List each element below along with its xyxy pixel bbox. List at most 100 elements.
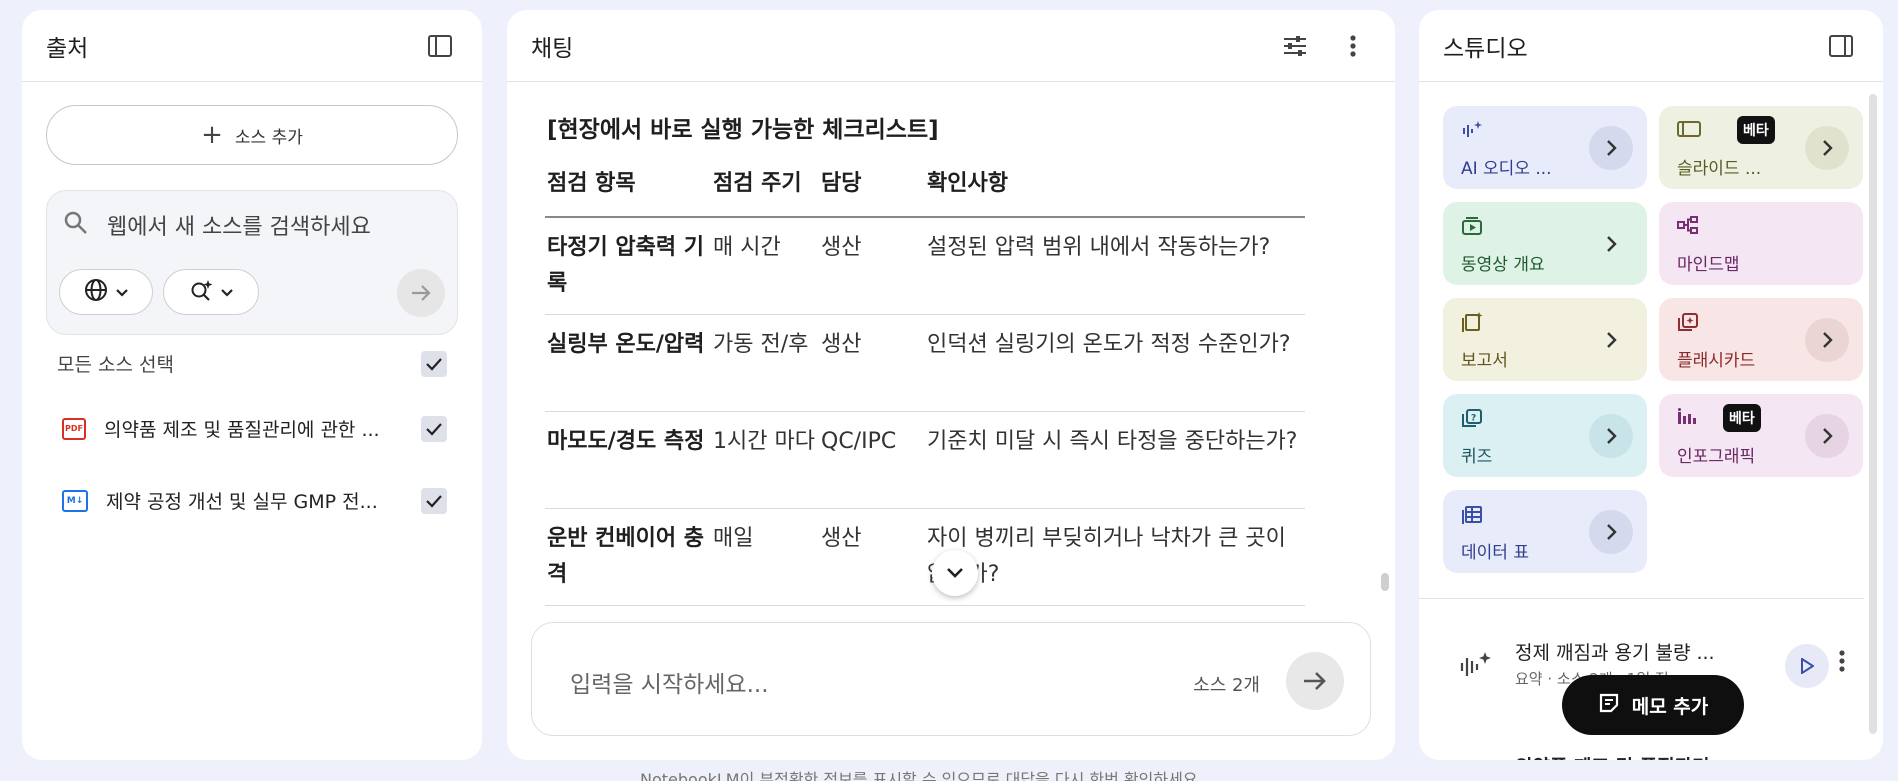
chat-panel: 채팅 [현장에서 바로 실행 가능한 체크리스트] 점검 항목 점검 주기 담당… [507, 10, 1395, 760]
table-header: 점검 주기 [711, 166, 819, 218]
select-all-row: 모든 소스 선택 [57, 350, 447, 377]
report-icon [1461, 312, 1483, 336]
studio-tile-label: 보고서 [1461, 351, 1508, 371]
beta-badge: 베타 [1723, 404, 1761, 432]
select-all-label: 모든 소스 선택 [57, 354, 174, 376]
research-mode-dropdown[interactable] [163, 269, 259, 315]
chat-input[interactable]: 입력을 시작하세요... [570, 665, 769, 699]
search-input[interactable]: 웹에서 새 소스를 검색하세요 [107, 209, 371, 241]
table-cell: 자이 병끼리 부딪히거나 낙차가 큰 곳이 없는가? [925, 508, 1305, 606]
chevron-right-icon[interactable] [1589, 222, 1633, 266]
more-vert-icon[interactable] [1839, 650, 1845, 676]
add-source-button[interactable]: + 소스 추가 [46, 105, 458, 165]
studio-tile-label: 슬라이드 ... [1677, 159, 1762, 179]
table-header: 확인사항 [925, 166, 1305, 218]
table-cell: 타정기 압축력 기록 [545, 217, 711, 315]
chevron-right-icon[interactable] [1589, 318, 1633, 362]
chat-header: 채팅 [507, 10, 1395, 82]
infographic-icon [1677, 408, 1699, 430]
collapse-panel-icon[interactable] [1823, 28, 1859, 64]
table-cell: 생산 [819, 508, 925, 606]
chat-title: 채팅 [531, 35, 574, 62]
table-cell: 1시간 마다 [711, 411, 819, 509]
more-vert-icon[interactable] [1335, 28, 1371, 64]
beta-badge: 베타 [1737, 116, 1775, 144]
studio-divider [1419, 598, 1864, 599]
mindmap-icon [1677, 216, 1699, 238]
studio-tile-quiz[interactable]: ? 퀴즈 [1443, 394, 1647, 477]
source-item[interactable]: M↓ 제약 공정 개선 및 실무 GMP 전... [62, 487, 447, 514]
search-submit-button[interactable] [397, 269, 445, 317]
slides-icon [1677, 120, 1701, 142]
checklist-table: 점검 항목 점검 주기 담당 확인사항 타정기 압축력 기록 매 시간 생산 설… [545, 166, 1305, 606]
chevron-right-icon[interactable] [1805, 414, 1849, 458]
table-cell: 인덕션 실링기의 온도가 적정 수준인가? [925, 314, 1305, 412]
table-cell: 기준치 미달 시 즉시 타정을 중단하는가? [925, 411, 1305, 509]
markdown-file-icon: M↓ [62, 489, 88, 512]
sparkle-search-icon [188, 277, 214, 307]
send-button[interactable] [1286, 652, 1344, 710]
disclaimer-footer: NotebookLM이 부정확한 정보를 표시할 수 있으므로 대답을 다시 한… [640, 770, 1203, 781]
table-cell: 가동 전/후 [711, 314, 819, 412]
studio-tile-slides[interactable]: 베타 슬라이드 ... [1659, 106, 1863, 189]
table-cell: 생산 [819, 217, 925, 315]
studio-tile-data-table[interactable]: 데이터 표 [1443, 490, 1647, 573]
chevron-right-icon[interactable] [1805, 318, 1849, 362]
chevron-down-icon [115, 283, 129, 302]
table-cell: QC/IPC [819, 411, 925, 509]
studio-tile-label: 마인드맵 [1677, 255, 1740, 275]
studio-tile-flashcards[interactable]: 플래시카드 [1659, 298, 1863, 381]
play-button[interactable] [1785, 644, 1829, 688]
table-cell: 매 시간 [711, 217, 819, 315]
studio-tile-infographic[interactable]: 베타 인포그래픽 [1659, 394, 1863, 477]
select-all-checkbox[interactable] [421, 350, 447, 377]
table-row: 마모도/경도 측정 1시간 마다 QC/IPC 기준치 미달 시 즉시 타정을 … [545, 411, 1305, 509]
table-cell: 마모도/경도 측정 [545, 411, 711, 509]
tune-settings-icon[interactable] [1277, 28, 1313, 64]
studio-header: 스튜디오 [1419, 10, 1883, 82]
table-header-row: 점검 항목 점검 주기 담당 확인사항 [545, 166, 1305, 218]
svg-text:?: ? [1471, 414, 1476, 424]
table-row: 운반 컨베이어 충격 매일 생산 자이 병끼리 부딪히거나 낙차가 큰 곳이 없… [545, 508, 1305, 606]
table-cell: 매일 [711, 508, 819, 606]
chevron-right-icon[interactable] [1589, 510, 1633, 554]
chevron-right-icon[interactable] [1589, 414, 1633, 458]
plus-icon: + [201, 120, 223, 150]
source-item-label: 의약품 제조 및 품질관리에 관한 ... [104, 419, 380, 441]
chevron-right-icon[interactable] [1805, 126, 1849, 170]
studio-tile-label: 플래시카드 [1677, 351, 1756, 371]
globe-icon [83, 277, 109, 307]
add-memo-button[interactable]: 메모 추가 [1562, 675, 1744, 735]
studio-scrollbar[interactable] [1869, 94, 1877, 734]
source-checkbox[interactable] [421, 415, 447, 442]
table-header: 점검 항목 [545, 166, 711, 218]
studio-tile-report[interactable]: 보고서 [1443, 298, 1647, 381]
table-row: 실링부 온도/압력 가동 전/후 생산 인덕션 실링기의 온도가 적정 수준인가… [545, 314, 1305, 412]
collapse-panel-icon[interactable] [422, 28, 458, 64]
studio-tile-audio-overview[interactable]: AI 오디오 ... [1443, 106, 1647, 189]
table-header: 담당 [819, 166, 925, 218]
add-memo-label: 메모 추가 [1631, 695, 1709, 718]
source-item-label: 제약 공정 개선 및 실무 GMP 전... [106, 491, 378, 513]
source-item[interactable]: PDF 의약품 제조 및 품질관리에 관한 ... [62, 415, 447, 442]
source-checkbox[interactable] [421, 487, 447, 514]
web-source-dropdown[interactable] [59, 269, 153, 315]
table-cell: 운반 컨베이어 충격 [545, 508, 711, 606]
table-row: 타정기 압축력 기록 매 시간 생산 설정된 압력 범위 내에서 작동하는가? [545, 217, 1305, 315]
studio-tile-video-overview[interactable]: 동영상 개요 [1443, 202, 1647, 285]
scroll-to-bottom-button[interactable] [932, 550, 978, 596]
source-count-label: 소스 2개 [1193, 675, 1260, 696]
audio-wave-icon [1461, 120, 1483, 144]
add-source-label: 소스 추가 [234, 127, 303, 148]
table-icon [1461, 504, 1483, 528]
table-cell: 실링부 온도/압력 [545, 314, 711, 412]
sources-panel: 출처 + 소스 추가 웹에서 새 소스를 검색하세요 모든 소스 선택 PDF … [22, 10, 482, 760]
table-cell: 설정된 압력 범위 내에서 작동하는가? [925, 217, 1305, 315]
chat-scrollbar[interactable] [1381, 573, 1389, 591]
note-icon [1598, 692, 1620, 719]
chevron-right-icon[interactable] [1589, 126, 1633, 170]
pdf-file-icon: PDF [62, 417, 86, 440]
chevron-down-icon [220, 283, 234, 302]
quiz-icon: ? [1461, 408, 1483, 432]
studio-tile-mindmap[interactable]: 마인드맵 [1659, 202, 1863, 285]
